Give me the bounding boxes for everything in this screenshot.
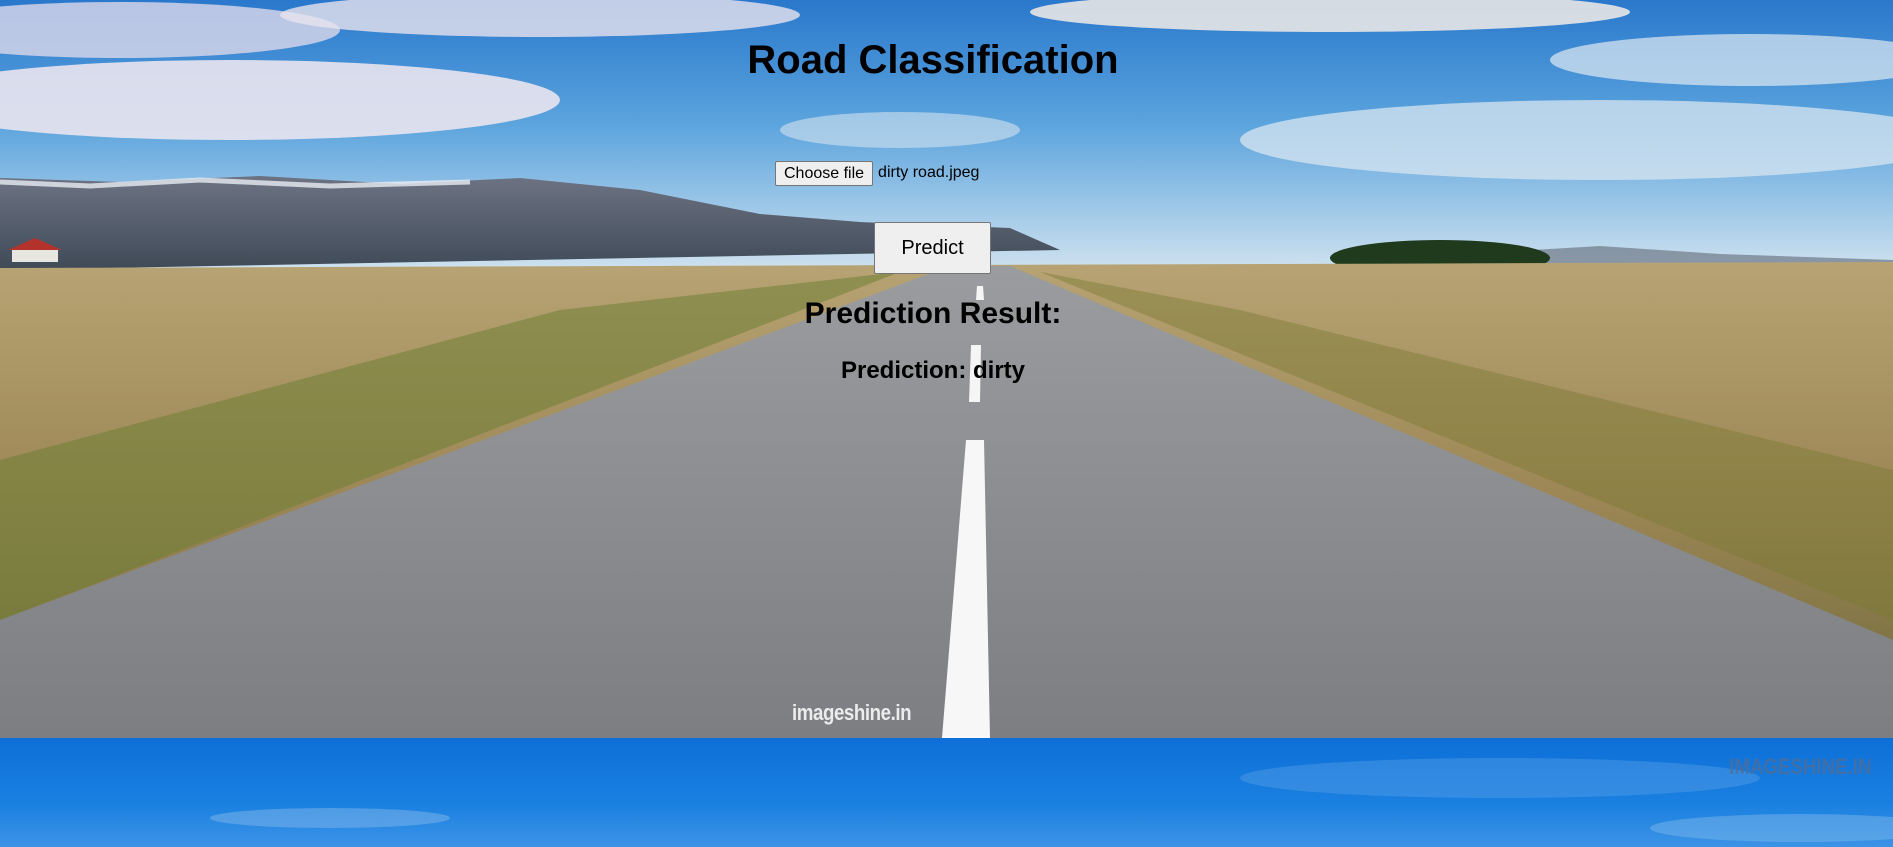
page-title: Road Classification: [747, 38, 1119, 82]
watermark-bottom: IMAGESHINE.IN: [1728, 754, 1871, 779]
watermark-top: imageshine.in: [792, 700, 912, 725]
page: imageshine.in IMAGESHINE.IN Road Classif…: [0, 0, 1893, 847]
prediction-result-text: Prediction: dirty: [840, 357, 1026, 384]
predict-button[interactable]: Predict: [874, 222, 991, 274]
choose-file-button[interactable]: Choose file: [775, 160, 874, 186]
prediction-result-heading: Prediction Result:: [804, 297, 1062, 330]
background-sky-strip: IMAGESHINE.IN: [0, 738, 1893, 847]
file-upload: Choose file dirty road.jpeg: [775, 160, 979, 186]
selected-file-name: dirty road.jpeg: [878, 164, 980, 181]
